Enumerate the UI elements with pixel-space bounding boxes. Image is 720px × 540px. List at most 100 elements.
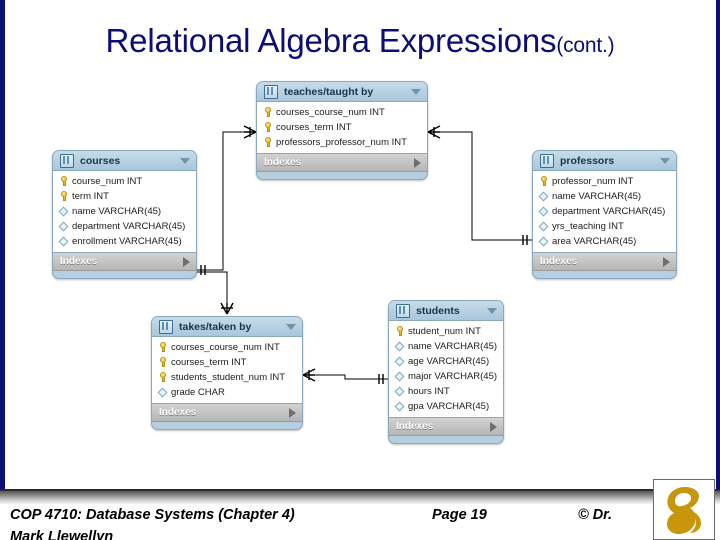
indexes-section-professors[interactable]: Indexes [533,253,676,271]
entity-takes[interactable]: takes/taken by courses_course_num INT co… [151,316,303,430]
field-row[interactable]: enrollment VARCHAR(45) [53,234,196,249]
field-row[interactable]: name VARCHAR(45) [53,204,196,219]
field-row[interactable]: age VARCHAR(45) [389,354,503,369]
key-icon [262,137,273,148]
field-label: name VARCHAR(45) [552,191,642,202]
key-icon [58,176,69,187]
field-row[interactable]: major VARCHAR(45) [389,369,503,384]
field-label: courses_course_num INT [171,342,280,353]
field-row[interactable]: department VARCHAR(45) [533,204,676,219]
field-row[interactable]: hours INT [389,384,503,399]
er-diagram: courses course_num INT term INT name VAR… [0,72,720,482]
field-row[interactable]: department VARCHAR(45) [53,219,196,234]
footer-page-number: Page 19 [432,507,487,523]
indexes-section-teaches[interactable]: Indexes [257,154,427,172]
indexes-section-students[interactable]: Indexes [389,418,503,436]
field-row[interactable]: name VARCHAR(45) [389,339,503,354]
diamond-icon [394,341,405,352]
indexes-section-courses[interactable]: Indexes [53,253,196,271]
entity-header-students[interactable]: students [389,301,503,320]
entity-title: teaches/taught by [284,85,374,98]
field-row[interactable]: courses_term INT [257,120,427,135]
slide: Relational Algebra Expressions(cont.) co… [0,0,720,540]
chevron-down-icon[interactable] [180,157,190,164]
chevron-down-icon[interactable] [487,307,497,314]
indexes-label: Indexes [396,421,434,432]
field-row[interactable]: student_num INT [389,324,503,339]
key-icon [262,122,273,133]
key-icon [538,176,549,187]
table-icon [540,153,554,168]
field-row[interactable]: grade CHAR [152,385,302,400]
footer-gradient-band [0,491,720,504]
diamond-icon [538,221,549,232]
indexes-section-takes[interactable]: Indexes [152,404,302,422]
entity-teaches[interactable]: teaches/taught by courses_course_num INT… [256,81,428,180]
footer: COP 4710: Database Systems (Chapter 4) P… [0,505,720,540]
field-label: enrollment VARCHAR(45) [72,236,182,247]
indexes-label: Indexes [540,256,578,267]
entity-fields-professors: professor_num INT name VARCHAR(45) depar… [533,170,676,253]
chevron-right-icon[interactable] [414,157,421,168]
chevron-down-icon[interactable] [660,157,670,164]
field-label: student_num INT [408,326,481,337]
entity-header-takes[interactable]: takes/taken by [152,317,302,336]
entity-title: courses [80,154,121,167]
chevron-right-icon[interactable] [490,421,497,432]
pegasus-logo [653,479,715,540]
key-icon [157,372,168,383]
entity-students[interactable]: students student_num INT name VARCHAR(45… [388,300,504,444]
table-icon [159,319,173,334]
field-row[interactable]: professor_num INT [533,174,676,189]
field-row[interactable]: area VARCHAR(45) [533,234,676,249]
field-label: courses_term INT [276,122,352,133]
footer-copyright: © Dr. [578,507,613,523]
entity-courses[interactable]: courses course_num INT term INT name VAR… [52,150,197,279]
field-label: name VARCHAR(45) [72,206,162,217]
field-row[interactable]: yrs_teaching INT [533,219,676,234]
field-label: professor_num INT [552,176,634,187]
chevron-down-icon[interactable] [286,323,296,330]
indexes-label: Indexes [60,256,98,267]
chevron-right-icon[interactable] [183,256,190,267]
field-row[interactable]: courses_course_num INT [152,340,302,355]
field-label: students_student_num INT [171,372,286,383]
entity-professors[interactable]: professors professor_num INT name VARCHA… [532,150,677,279]
table-icon [396,303,410,318]
entity-header-courses[interactable]: courses [53,151,196,170]
table-icon [60,153,74,168]
field-label: area VARCHAR(45) [552,236,637,247]
field-row[interactable]: courses_term INT [152,355,302,370]
field-label: gpa VARCHAR(45) [408,401,490,412]
field-row[interactable]: students_student_num INT [152,370,302,385]
field-row[interactable]: gpa VARCHAR(45) [389,399,503,414]
field-label: term INT [72,191,109,202]
field-row[interactable]: professors_professor_num INT [257,135,427,150]
field-row[interactable]: course_num INT [53,174,196,189]
chevron-right-icon[interactable] [663,256,670,267]
field-label: courses_term INT [171,357,247,368]
field-row[interactable]: name VARCHAR(45) [533,189,676,204]
chevron-right-icon[interactable] [289,407,296,418]
page-title: Relational Algebra Expressions(cont.) [0,22,720,60]
entity-title: professors [560,154,615,167]
diamond-icon [538,191,549,202]
field-row[interactable]: courses_course_num INT [257,105,427,120]
entity-title: takes/taken by [179,320,252,333]
diamond-icon [157,387,168,398]
diamond-icon [538,236,549,247]
field-label: hours INT [408,386,450,397]
field-label: department VARCHAR(45) [72,221,186,232]
field-label: name VARCHAR(45) [408,341,498,352]
field-label: age VARCHAR(45) [408,356,490,367]
entity-header-teaches[interactable]: teaches/taught by [257,82,427,101]
field-row[interactable]: term INT [53,189,196,204]
entity-header-professors[interactable]: professors [533,151,676,170]
chevron-down-icon[interactable] [411,88,421,95]
entity-fields-courses: course_num INT term INT name VARCHAR(45)… [53,170,196,253]
entity-fields-takes: courses_course_num INT courses_term INT … [152,336,302,404]
diamond-icon [58,206,69,217]
key-icon [58,191,69,202]
footer-author: Mark Llewellyn [10,529,114,540]
table-icon [264,84,278,99]
